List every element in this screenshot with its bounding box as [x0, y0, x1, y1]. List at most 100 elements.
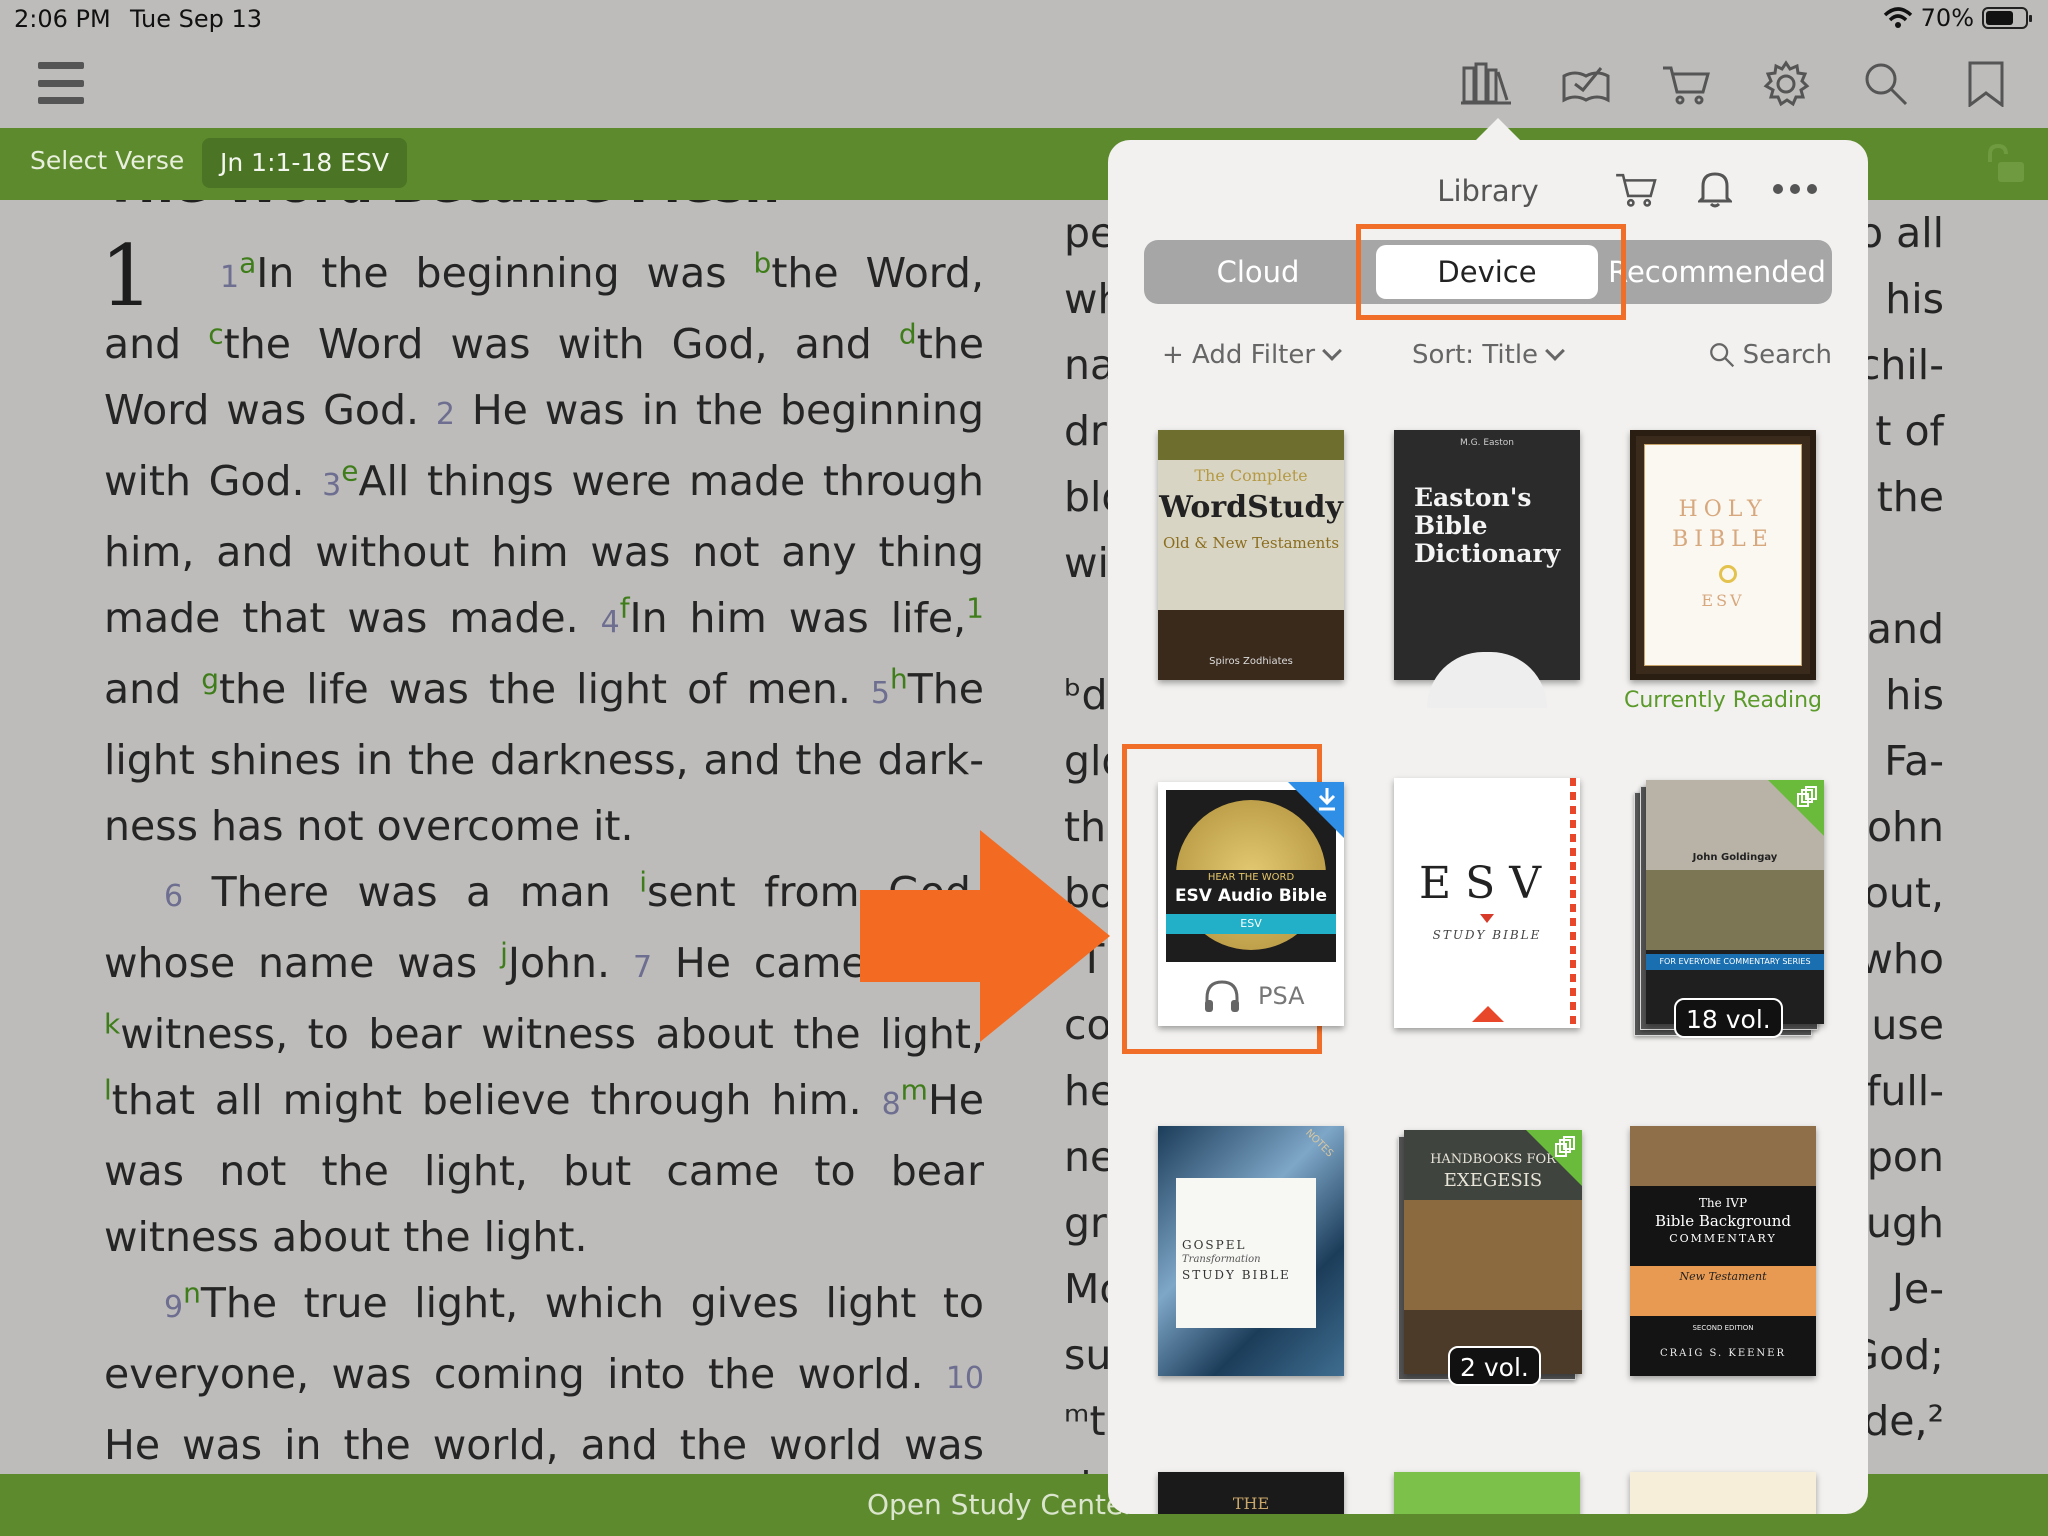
collection-icon — [1555, 1136, 1575, 1157]
cart-icon[interactable] — [1660, 58, 1712, 110]
line-end: t of — [1875, 407, 1944, 455]
footnote-link[interactable]: e — [341, 454, 358, 487]
book-handbooks-exegesis[interactable]: HANDBOOKS FOR EXEGESIS — [1404, 1130, 1582, 1374]
footnote-link[interactable]: d — [899, 317, 917, 350]
footnote-link[interactable]: a — [239, 246, 256, 279]
footnote-link[interactable]: f — [620, 591, 630, 624]
book-cover-inner: HOLY BIBLE ESV — [1644, 444, 1802, 666]
verse-number[interactable]: 5 — [871, 676, 890, 711]
verse-number[interactable]: 3 — [322, 468, 341, 503]
section-heading: The Word Became Flesh — [104, 200, 780, 214]
add-filter-button[interactable]: + Add Filter — [1162, 340, 1342, 370]
status-date: Tue Sep 13 — [130, 5, 263, 33]
book-gospel-transformation[interactable]: NOTES GOSPEL Transformation STUDY BIBLE — [1158, 1126, 1344, 1376]
verse-number[interactable]: 9 — [164, 1290, 183, 1325]
book-title-ivp: The IVP — [1698, 1196, 1748, 1210]
book-author: M.G. Easton — [1460, 438, 1514, 448]
verse-text: John. — [507, 939, 633, 987]
library-search-button[interactable]: Search — [1709, 340, 1832, 370]
sort-button[interactable]: Sort: Title — [1412, 340, 1565, 370]
battery-percent: 70% — [1920, 4, 1974, 32]
notes-label: NOTES — [1302, 1127, 1335, 1160]
line-end: and — [1866, 605, 1944, 653]
verse-number[interactable]: 10 — [946, 1361, 984, 1396]
book-holy-bible-esv[interactable]: HOLY BIBLE ESV — [1630, 430, 1816, 680]
triangle-icon — [1480, 914, 1494, 923]
book-ivp-bible-background[interactable]: The IVP Bible Background COMMENTARY New … — [1630, 1126, 1816, 1376]
book-subtitle: STUDY BIBLE — [1432, 928, 1542, 942]
line-end: the — [1876, 473, 1944, 521]
reference-pill[interactable]: Jn 1:1-18 ESV — [202, 138, 407, 188]
verse-paragraph: 9nThe true light, which gives light to e… — [104, 1270, 984, 1474]
cart-icon[interactable] — [1614, 170, 1658, 208]
tab-recommended[interactable]: Recommended — [1602, 240, 1832, 304]
audio-esv-band: ESV — [1166, 914, 1336, 934]
book-eastons-dictionary[interactable]: M.G. Easton Easton's Bible Dictionary — [1394, 430, 1580, 708]
verse-number[interactable]: 1 — [220, 260, 239, 295]
line-end: who — [1859, 935, 1944, 983]
footnote-link[interactable]: i — [639, 865, 647, 898]
line-end: use — [1871, 1001, 1944, 1049]
verse-number[interactable]: 6 — [164, 879, 183, 914]
battery-icon — [1982, 7, 2032, 29]
search-icon[interactable] — [1860, 58, 1912, 110]
verse-text: and — [104, 665, 202, 713]
footnote-link[interactable]: 1 — [966, 591, 984, 624]
footnote-link[interactable]: l — [104, 1073, 112, 1106]
book-esv-study-bible[interactable]: ESV STUDY BIBLE — [1394, 778, 1580, 1028]
line-end: o all — [1857, 209, 1944, 257]
line-end: de,² — [1863, 1397, 1944, 1445]
audio-label: PSA — [1258, 982, 1305, 1010]
verse-number[interactable]: 7 — [633, 950, 652, 985]
currently-reading-label: Currently Reading — [1623, 688, 1823, 713]
verse-paragraph: 1aIn the beginning was bthe Word, and ct… — [104, 240, 984, 859]
footnote-link[interactable]: n — [183, 1276, 201, 1309]
top-toolbar — [0, 40, 2048, 128]
menu-icon[interactable] — [38, 62, 84, 104]
book-edition: SECOND EDITION — [1692, 1324, 1754, 1332]
verse-number[interactable]: 2 — [436, 397, 455, 432]
verse-number[interactable]: 4 — [601, 605, 620, 640]
line-end: full- — [1866, 1067, 1944, 1115]
open-study-center-button[interactable]: Open Study Center — [867, 1488, 1135, 1521]
footnote-link[interactable]: k — [104, 1007, 120, 1040]
verse-text: witness, to bear witness about the light… — [120, 1010, 984, 1058]
footnote-link[interactable]: j — [500, 936, 508, 969]
library-icon[interactable] — [1460, 58, 1512, 110]
verse-number[interactable]: 8 — [882, 1087, 901, 1122]
gear-icon[interactable] — [1760, 58, 1812, 110]
line-start: ᵇd — [1064, 671, 1108, 719]
book-partial-3[interactable] — [1630, 1472, 1816, 1514]
bell-icon[interactable] — [1698, 170, 1732, 208]
book-series: FOR EVERYONE COMMENTARY SERIES — [1646, 954, 1824, 970]
library-popover: Library Cloud Device Recommended + Add F… — [1108, 140, 1868, 1514]
book-title: THE — [1232, 1494, 1270, 1513]
book-esv-audio-bible[interactable]: HEAR THE WORD ESV Audio Bible ESV PSA — [1158, 782, 1344, 1026]
headphones-icon — [1205, 980, 1239, 1012]
bookmark-icon[interactable] — [1960, 58, 2012, 110]
reading-plan-icon[interactable] — [1560, 58, 1612, 110]
footnote-link[interactable]: h — [890, 662, 908, 695]
footnote-link[interactable]: b — [754, 246, 772, 279]
book-partial-2[interactable] — [1394, 1472, 1580, 1514]
more-icon[interactable] — [1772, 183, 1818, 195]
ribbon-icon — [1472, 1006, 1504, 1022]
book-wordstudy[interactable]: The Complete WordStudy Old & New Testame… — [1158, 430, 1344, 680]
verse-text: the Word was with God, and — [223, 320, 899, 368]
line-start: ⁿh — [1064, 1454, 1106, 1474]
book-for-everyone-commentary[interactable]: John Goldingay FOR EVERYONE COMMENTARY S… — [1646, 780, 1824, 1024]
tab-cloud[interactable]: Cloud — [1144, 240, 1372, 304]
line-end: chil- — [1857, 341, 1944, 389]
filter-row: + Add Filter Sort: Title Search — [1108, 340, 1868, 380]
footnote-link[interactable]: g — [201, 662, 219, 695]
book-partial-1[interactable]: THE — [1158, 1472, 1344, 1514]
volume-count-badge: 2 vol. — [1448, 1346, 1541, 1386]
line-end: his — [1885, 275, 1944, 323]
footnote-link[interactable]: m — [901, 1073, 928, 1106]
book-author: CRAIG S. KEENER — [1659, 1348, 1787, 1359]
footnote-link[interactable]: c — [208, 317, 223, 350]
lock-icon[interactable] — [1984, 144, 2028, 184]
select-verse-button[interactable]: Select Verse — [30, 146, 184, 175]
book-title-holy: HOLY — [1678, 497, 1768, 522]
download-icon[interactable] — [1316, 786, 1338, 812]
